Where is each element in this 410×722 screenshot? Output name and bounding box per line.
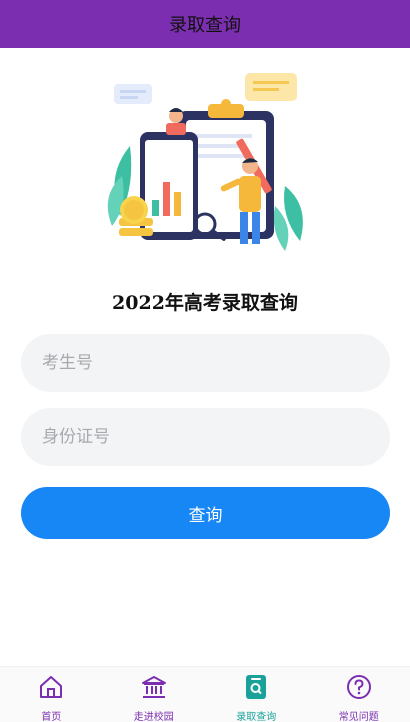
tab-admission-query[interactable]: 录取查询	[205, 667, 308, 722]
query-button[interactable]: 查询	[21, 487, 390, 539]
bottom-tab-bar: 首页 走进校园 录取查询 常见问题	[0, 666, 410, 722]
exam-number-input[interactable]	[21, 334, 390, 392]
campus-building-icon	[141, 676, 166, 698]
tab-campus-label: 走进校园	[133, 712, 174, 722]
page-title: 录取查询	[169, 15, 241, 36]
tab-home[interactable]: 首页	[0, 667, 103, 722]
question-icon	[346, 675, 371, 699]
header-bar: 录取查询	[0, 0, 410, 48]
admission-headline: 2022年高考录取查询	[112, 292, 298, 314]
home-icon	[40, 676, 63, 698]
admission-query-illustration	[100, 66, 310, 256]
illustration-graphic	[107, 73, 303, 251]
tab-campus[interactable]: 走进校园	[103, 667, 206, 722]
tab-faq-label: 常见问题	[338, 712, 379, 722]
id-number-input[interactable]	[21, 408, 390, 466]
tab-faq[interactable]: 常见问题	[308, 667, 410, 722]
query-document-icon	[246, 675, 267, 699]
tab-admission-query-label: 录取查询	[236, 712, 277, 722]
tab-home-label: 首页	[41, 712, 62, 722]
